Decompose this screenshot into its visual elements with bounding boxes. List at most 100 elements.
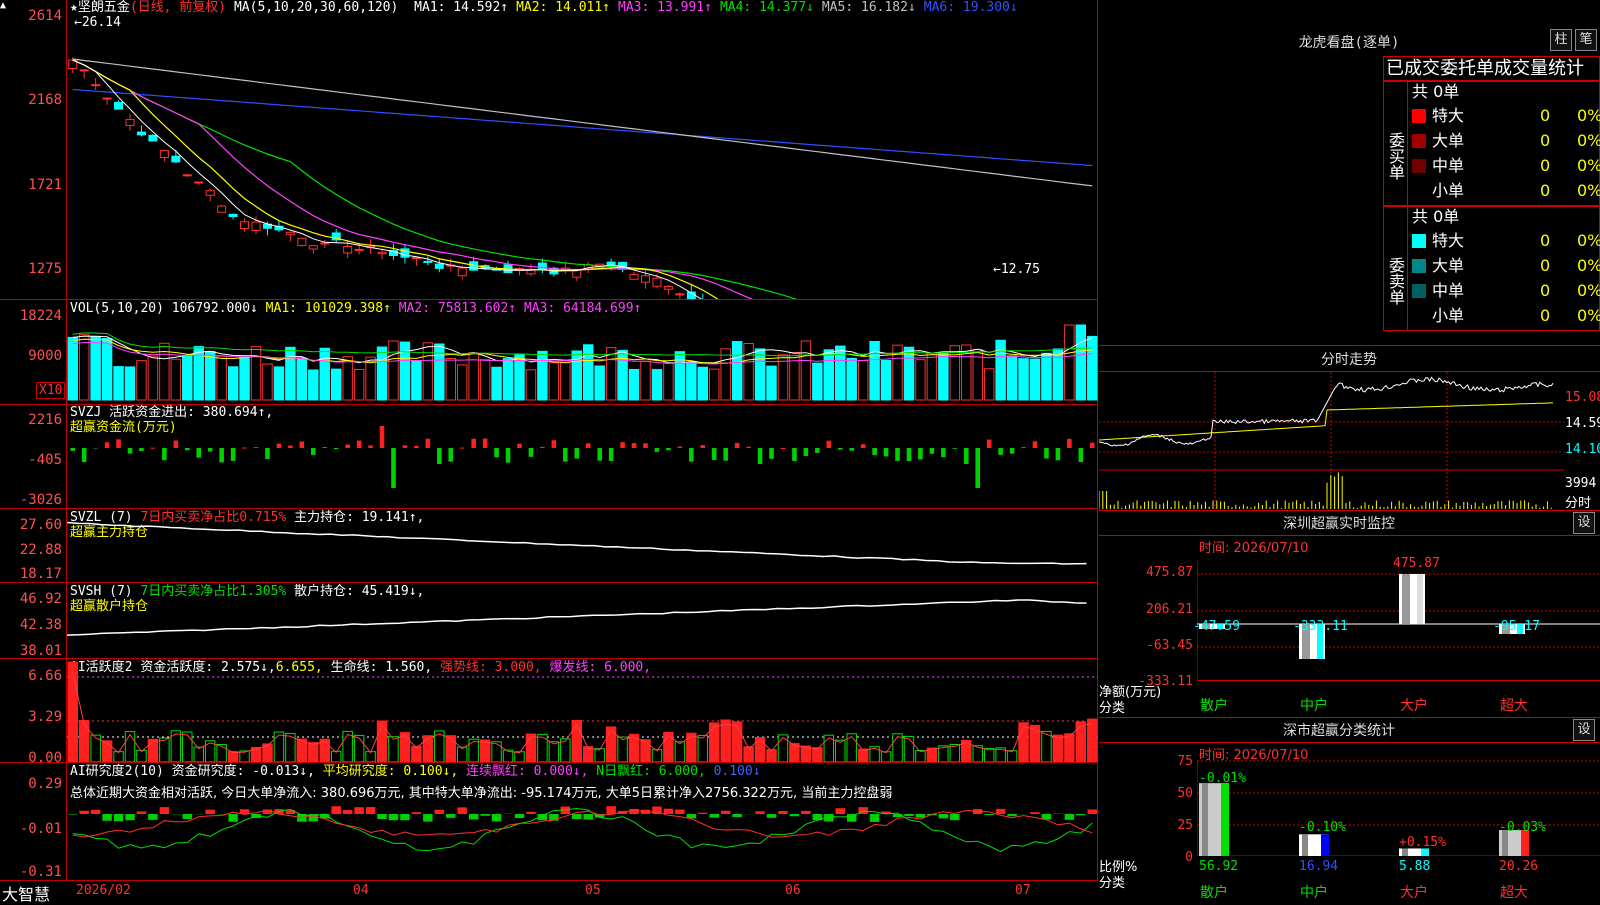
ai3-bar <box>228 814 237 822</box>
cls-bar-shade <box>1202 783 1208 856</box>
color-swatch <box>1412 184 1426 198</box>
lhb-title: 龙虎看盘(逐单) <box>1279 32 1419 52</box>
ai3-bar <box>732 814 741 817</box>
order-pct: 0% <box>1577 104 1600 128</box>
ai3-bar <box>91 810 100 814</box>
ai3-bar <box>457 807 466 814</box>
lhb-subtitle: 已成交委托单成交量统计 <box>1383 56 1600 81</box>
intraday-chart[interactable] <box>1099 372 1564 509</box>
tick-mode-button[interactable]: 笔 <box>1575 29 1597 51</box>
candle-body <box>630 275 638 280</box>
ai2-bar <box>480 740 489 762</box>
ai3-bar <box>755 811 764 814</box>
volume-bar <box>790 353 799 400</box>
cls-axis-label: 75 <box>1099 754 1193 769</box>
svzj-bar <box>70 448 75 451</box>
svzj-bar <box>998 448 1003 455</box>
vol-axis-label: 9000 <box>0 348 62 364</box>
volume-bar <box>847 358 856 400</box>
ma2-value: MA2: 14.011↑ <box>516 0 610 15</box>
ai2-bar <box>423 736 432 762</box>
candle-body <box>160 150 168 157</box>
volume-bar <box>1076 325 1085 400</box>
svzj-bar <box>804 448 809 456</box>
sz-category: 散户 <box>1200 695 1228 715</box>
sell-label: 委卖单 <box>1384 207 1408 330</box>
candle-body <box>229 214 237 216</box>
buy-total: 共 0单 <box>1412 80 1459 104</box>
ai2-bar <box>1065 734 1074 762</box>
svzj-bar <box>655 448 660 452</box>
svzj-chart[interactable] <box>67 405 1098 508</box>
ai2-bar <box>354 735 363 762</box>
svzj-bar <box>712 448 717 460</box>
sz-settings-button[interactable]: 设 <box>1573 512 1595 534</box>
order-count: 0 <box>1540 254 1550 278</box>
candlestick-chart[interactable] <box>67 16 1098 299</box>
volume-bar <box>148 356 157 400</box>
volume-chart[interactable] <box>67 318 1098 402</box>
ai3-bar <box>1065 814 1074 820</box>
volume-bar <box>457 365 466 400</box>
svzl-chart[interactable] <box>67 509 1098 582</box>
ma-label: MA(5,10,20,30,60,120) <box>234 0 398 15</box>
svzj-bar <box>345 445 350 448</box>
ai2-bar <box>549 742 558 762</box>
ai3-chart[interactable] <box>67 806 1098 880</box>
candle-body <box>183 175 191 176</box>
color-swatch <box>1412 109 1426 123</box>
date-label: 2026/02 <box>76 883 131 898</box>
ai3-bar <box>572 814 581 819</box>
volume-bar <box>732 342 741 400</box>
svzj-bar <box>609 448 614 461</box>
cls-pct: -0.03% <box>1499 820 1546 835</box>
svzl-axis-label: 22.88 <box>0 542 62 558</box>
chart-mode[interactable]: (日线, 前复权) <box>130 0 226 15</box>
ai3-bar <box>183 814 192 819</box>
volume-bar <box>984 369 993 400</box>
ai2-bar <box>1053 735 1062 762</box>
ai3-axis-label: -0.01 <box>0 821 62 837</box>
svzj-bar <box>506 448 511 463</box>
price-axis-label: 2168 <box>0 92 62 108</box>
volume-bar <box>561 363 570 400</box>
ai3-bar <box>480 814 489 816</box>
intraday-title: 分时走势 <box>1279 349 1419 369</box>
stock-name[interactable]: ★坚朗五金 <box>70 0 130 15</box>
svzj-bar <box>368 445 373 448</box>
order-row: 大单00% <box>1412 129 1598 153</box>
svzj-bar <box>838 448 843 450</box>
svzj-bar <box>162 448 167 460</box>
bar-mode-button[interactable]: 柱 <box>1550 29 1572 51</box>
ai2-bar <box>744 747 753 762</box>
ai3-bar <box>331 806 340 814</box>
vol-ma1: MA1: 101029.398↑ <box>266 301 391 316</box>
ai3-bar <box>137 811 146 814</box>
cls-settings-button[interactable]: 设 <box>1573 719 1595 741</box>
sz-bar-edge <box>1417 574 1423 624</box>
ai3-summary: 总体近期大资金相对活跃, 今日大单净流入: 380.696万元, 其中特大单净流… <box>70 786 892 802</box>
svzj-bar <box>391 448 396 488</box>
svzl-axis-label: 27.60 <box>0 517 62 533</box>
svsh-axis-label: 42.38 <box>0 617 62 633</box>
ai3-bar <box>102 814 111 821</box>
sz-value: -95.17 <box>1493 619 1540 634</box>
ai2-bar <box>675 742 684 762</box>
svzj-bar <box>254 447 259 448</box>
ai2-bar <box>469 739 478 762</box>
sz-value: 475.87 <box>1393 556 1440 571</box>
volume-bar <box>1019 359 1028 400</box>
ai2-bar <box>1088 719 1097 762</box>
ai3-bar <box>710 814 719 818</box>
volume-bar <box>217 356 226 400</box>
svzj-bar <box>907 448 912 461</box>
volume-bar <box>412 361 421 400</box>
ai2-chart[interactable] <box>67 659 1098 762</box>
ai3-bar <box>629 809 638 814</box>
volume-bar <box>125 367 134 400</box>
chart-area[interactable]: ★坚朗五金(日线, 前复权) MA(5,10,20,30,60,120) MA1… <box>0 0 1098 900</box>
ai2-bar <box>526 734 535 762</box>
ai2-axis-label: 6.66 <box>0 668 62 684</box>
svzj-bar <box>1044 448 1049 458</box>
svsh-chart[interactable] <box>67 583 1098 658</box>
